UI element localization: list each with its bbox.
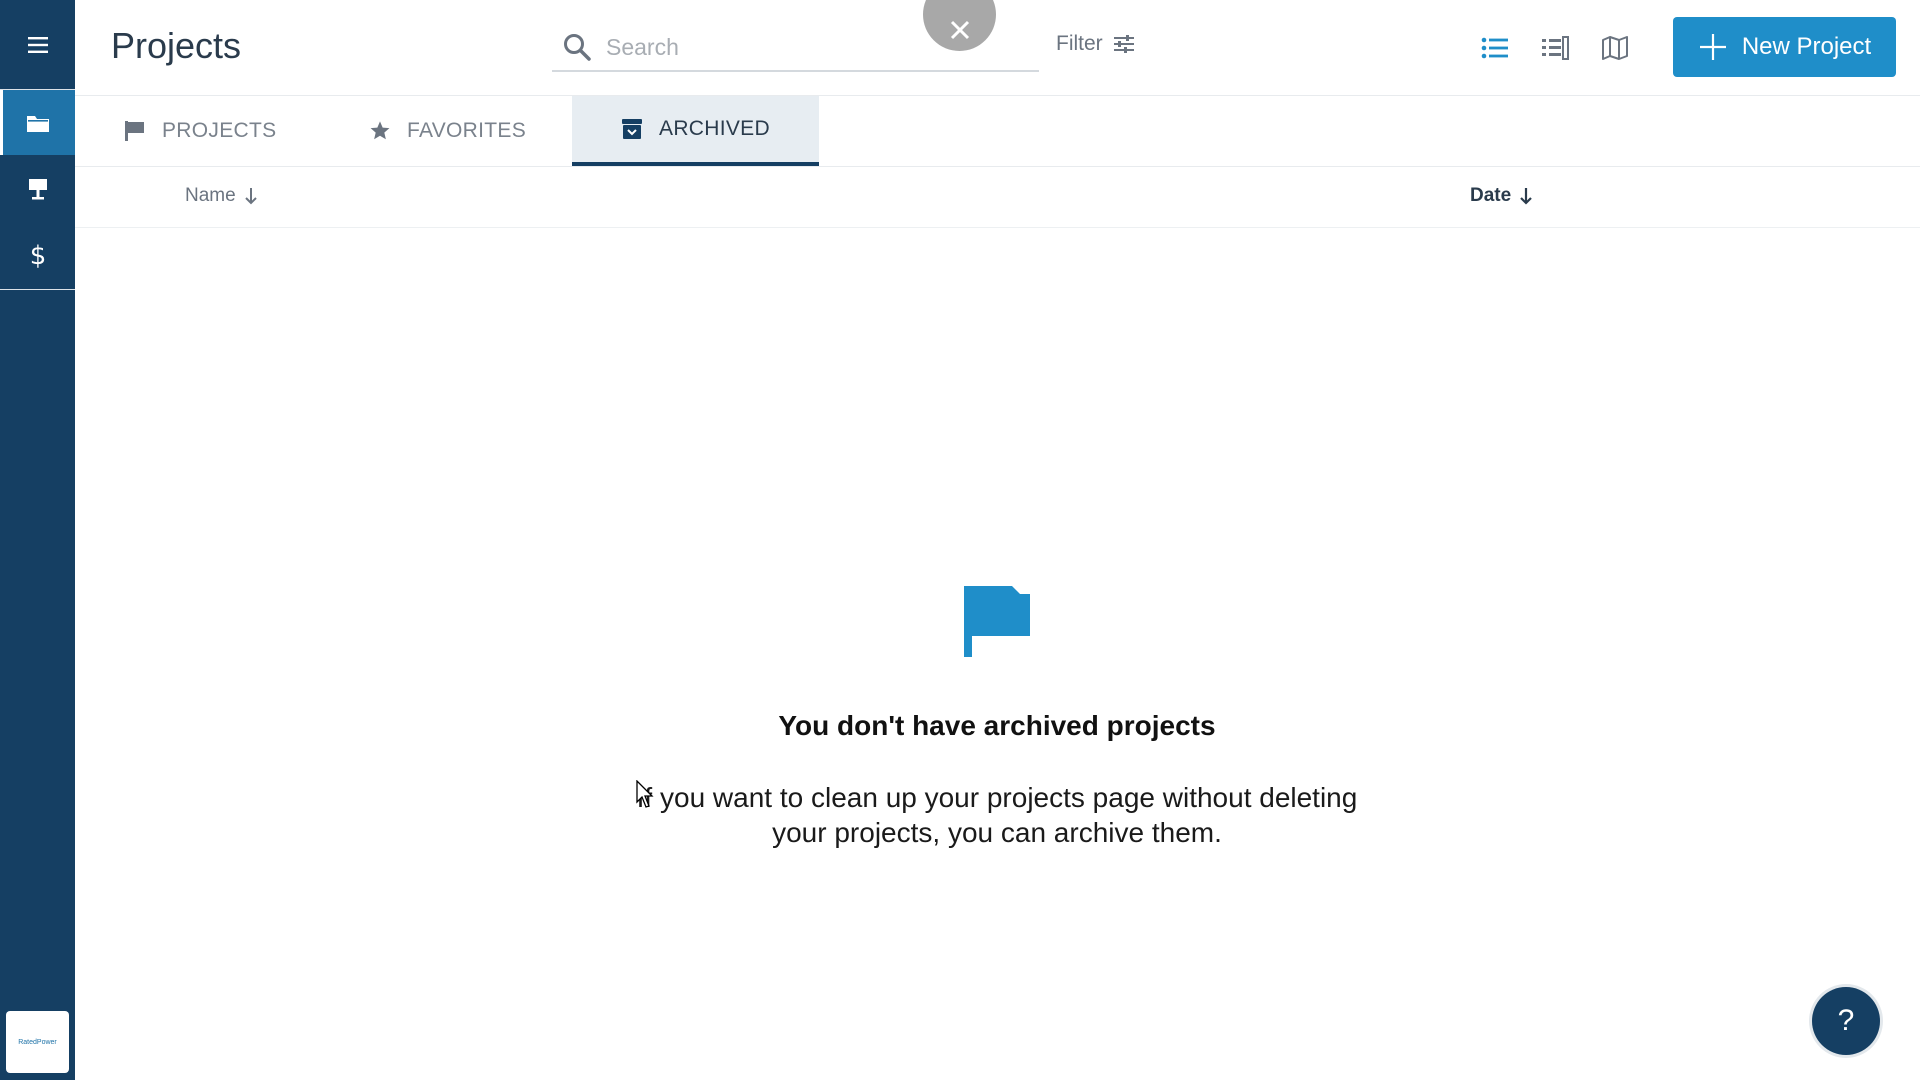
lamp-icon: [28, 178, 47, 199]
hamburger-menu-icon: [27, 37, 48, 53]
logo-text: RatedPower: [18, 1038, 57, 1046]
tab-projects-label: PROJECTS: [162, 119, 277, 142]
arrow-down-icon: [244, 188, 257, 205]
sidebar-item-projects[interactable]: [0, 90, 75, 155]
tab-favorites-label: FAVORITES: [407, 119, 526, 142]
tabs-divider: [75, 166, 1920, 167]
help-icon: ?: [1837, 1004, 1855, 1037]
company-logo: RatedPower: [6, 1011, 69, 1073]
hamburger-menu-button[interactable]: [0, 12, 75, 78]
close-icon: [950, 20, 969, 39]
map-view-button[interactable]: [1597, 30, 1633, 66]
list-view-icon: [1481, 37, 1508, 59]
date-column-label: Date: [1470, 185, 1512, 206]
folder-icon: [26, 115, 49, 132]
mouse-cursor-icon: [636, 780, 654, 808]
search-icon: [564, 34, 591, 61]
sidebar-divider: [0, 289, 75, 290]
detail-view-button[interactable]: [1537, 30, 1573, 66]
sliders-icon: [1113, 35, 1134, 53]
flag-icon: [964, 586, 1030, 657]
empty-state-line-2: your projects, you can archive them.: [772, 817, 1222, 848]
date-column-header[interactable]: Date: [1470, 185, 1533, 207]
map-icon: [1602, 36, 1628, 60]
empty-state-title: You don't have archived projects: [778, 710, 1216, 741]
help-button[interactable]: ?: [1812, 987, 1880, 1055]
header-divider: [75, 95, 1920, 96]
new-project-button[interactable]: New Project: [1673, 17, 1896, 77]
columns-divider: [75, 227, 1920, 228]
tab-archived-label: ARCHIVED: [659, 117, 770, 140]
svg-text:$: $: [29, 241, 46, 269]
empty-state-description: If you want to clean up your projects pa…: [597, 780, 1397, 850]
name-column-header[interactable]: Name: [185, 185, 258, 207]
new-project-label: New Project: [1741, 33, 1872, 60]
plus-icon: [1699, 34, 1726, 60]
filter-button[interactable]: Filter: [1056, 32, 1135, 56]
detail-list-icon: [1542, 36, 1569, 60]
filter-label: Filter: [1056, 32, 1103, 55]
sidebar-item-lamp[interactable]: [0, 156, 75, 221]
sidebar-item-billing[interactable]: $: [0, 222, 75, 287]
page-title: Projects: [111, 25, 242, 66]
tab-favorites[interactable]: FAVORITES: [369, 96, 526, 166]
star-icon: [370, 121, 390, 140]
tab-archived[interactable]: ARCHIVED: [572, 96, 819, 166]
archive-icon: [622, 119, 643, 139]
list-view-button[interactable]: [1477, 30, 1513, 66]
tab-projects[interactable]: PROJECTS: [124, 96, 276, 166]
flag-icon: [125, 121, 144, 141]
dollar-icon: $: [29, 241, 46, 269]
sidebar: $ RatedPower: [0, 0, 75, 1080]
arrow-down-icon: [1520, 188, 1532, 205]
empty-state-line-1: If you want to clean up your projects pa…: [636, 782, 1358, 813]
name-column-label: Name: [185, 185, 236, 206]
